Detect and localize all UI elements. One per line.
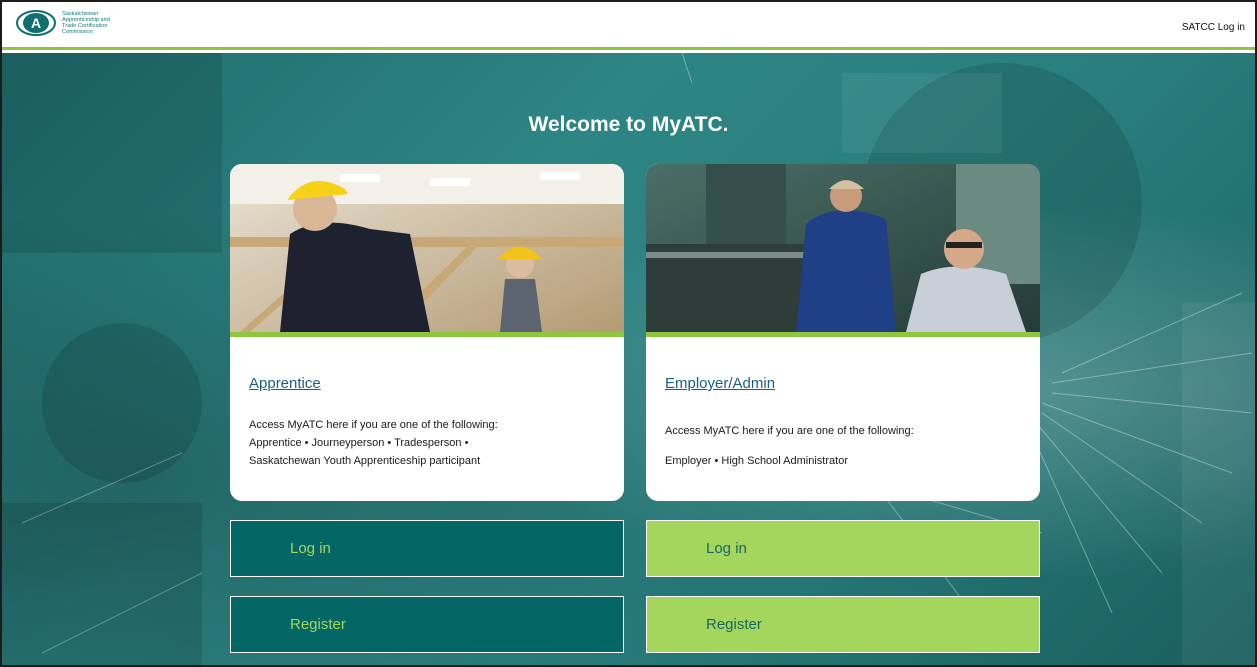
button-label: Log in bbox=[706, 540, 747, 557]
page-frame: A Saskatchewan Apprenticeship and Trade … bbox=[0, 0, 1257, 667]
apprentice-link[interactable]: Apprentice bbox=[249, 375, 321, 392]
description-line: Saskatchewan Youth Apprenticeship partic… bbox=[249, 455, 481, 467]
org-name: Saskatchewan Apprenticeship and Trade Ce… bbox=[62, 11, 124, 36]
button-label: Register bbox=[706, 616, 762, 633]
satcc-logo[interactable]: A Saskatchewan Apprenticeship and Trade … bbox=[16, 10, 124, 36]
description-line: Access MyATC here if you are one of the … bbox=[665, 425, 914, 437]
logo-letter: A bbox=[31, 15, 41, 31]
satcc-logo-icon: A bbox=[16, 10, 56, 36]
employer-card: Employer/Admin Access MyATC here if you … bbox=[646, 164, 1040, 501]
employer-admin-link[interactable]: Employer/Admin bbox=[665, 375, 775, 392]
satcc-login-link[interactable]: SATCC Log in bbox=[1182, 22, 1245, 33]
welcome-heading: Welcome to MyATC. bbox=[528, 113, 729, 136]
top-bar: A Saskatchewan Apprenticeship and Trade … bbox=[2, 2, 1255, 50]
apprentice-card: Apprentice Access MyATC here if you are … bbox=[230, 164, 624, 501]
hero-section: Welcome to MyATC. Apprentice Access MyAT… bbox=[2, 53, 1255, 665]
employer-photo bbox=[646, 164, 1040, 332]
background-sparks bbox=[2, 53, 1255, 665]
employer-login-button[interactable]: Log in bbox=[646, 520, 1040, 577]
employer-register-button[interactable]: Register bbox=[646, 596, 1040, 653]
description-line: Employer • High School Administrator bbox=[665, 455, 848, 467]
org-name-line: Commission bbox=[62, 29, 93, 36]
apprentice-login-button[interactable]: Log in bbox=[230, 520, 624, 577]
apprentice-photo bbox=[230, 164, 624, 332]
photo-accent-bar bbox=[230, 332, 624, 337]
photo-accent-bar bbox=[646, 332, 1040, 337]
button-label: Log in bbox=[290, 540, 331, 557]
apprentice-description: Access MyATC here if you are one of the … bbox=[249, 416, 609, 470]
description-line: Apprentice • Journeyperson • Tradesperso… bbox=[249, 437, 469, 449]
description-line: Access MyATC here if you are one of the … bbox=[249, 419, 498, 431]
apprentice-register-button[interactable]: Register bbox=[230, 596, 624, 653]
button-label: Register bbox=[290, 616, 346, 633]
employer-description: Access MyATC here if you are one of the … bbox=[665, 422, 1025, 470]
